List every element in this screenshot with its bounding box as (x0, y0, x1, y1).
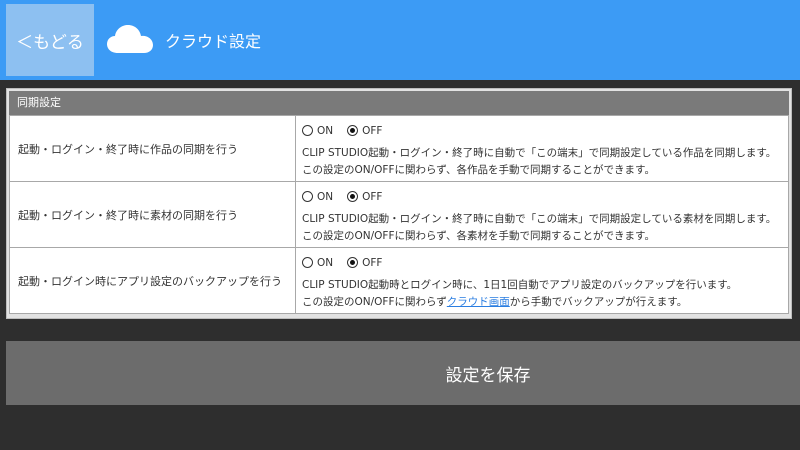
table-row: 起動・ログイン・終了時に素材の同期を行う ON OFF CLIP STUDIO起… (9, 181, 789, 248)
radio-group: ON OFF (302, 254, 788, 272)
radio-on-label: ON (317, 124, 334, 137)
radio-off-label: OFF (362, 256, 383, 269)
setting-options: ON OFF CLIP STUDIO起動時とログイン時に、1日1回自動でアプリ設… (295, 247, 789, 314)
radio-on-circle[interactable] (302, 125, 313, 136)
save-settings-button[interactable]: 設定を保存 (6, 341, 800, 405)
radio-group: ON OFF (302, 122, 788, 140)
settings-table: 起動・ログイン・終了時に作品の同期を行う ON OFF CLIP STUDIO起… (9, 115, 789, 314)
radio-off[interactable]: OFF (347, 191, 382, 203)
radio-on-label: ON (317, 190, 334, 203)
desc-text-pre: この設定のON/OFFに関わらず (302, 295, 447, 308)
setting-description-1: CLIP STUDIO起動時とログイン時に、1日1回自動でアプリ設定のバックアッ… (302, 278, 738, 291)
table-row: 起動・ログイン・終了時に作品の同期を行う ON OFF CLIP STUDIO起… (9, 115, 789, 182)
cloud-icon (107, 25, 153, 53)
setting-label-app-backup: 起動・ログイン時にアプリ設定のバックアップを行う (9, 247, 296, 314)
setting-description-1: CLIP STUDIO起動・ログイン・終了時に自動で「この端末」で同期設定してい… (302, 212, 777, 225)
table-row: 起動・ログイン時にアプリ設定のバックアップを行う ON OFF CLIP STU… (9, 247, 789, 314)
radio-on[interactable]: ON (302, 191, 333, 203)
cloud-screen-link[interactable]: クラウド画面 (447, 296, 510, 308)
save-settings-label: 設定を保存 (445, 365, 531, 386)
setting-label-works-sync: 起動・ログイン・終了時に作品の同期を行う (9, 115, 296, 182)
radio-on-circle[interactable] (302, 191, 313, 202)
radio-off-circle-selected[interactable] (347, 191, 359, 202)
radio-on-label: ON (317, 256, 334, 269)
header-bar: ＜もどる クラウド設定 (0, 0, 800, 80)
radio-on-circle[interactable] (302, 257, 313, 268)
setting-description-1: CLIP STUDIO起動・ログイン・終了時に自動で「この端末」で同期設定してい… (302, 146, 777, 159)
radio-on[interactable]: ON (302, 257, 333, 269)
setting-description-2: この設定のON/OFFに関わらず、各素材を手動で同期することができます。 (302, 229, 656, 242)
setting-options: ON OFF CLIP STUDIO起動・ログイン・終了時に自動で「この端末」で… (295, 115, 789, 182)
setting-description-2: この設定のON/OFFに関わらず、各作品を手動で同期することができます。 (302, 163, 656, 176)
page-title: クラウド設定 (165, 32, 262, 51)
radio-off-label: OFF (362, 124, 383, 137)
sync-settings-panel: 同期設定 起動・ログイン・終了時に作品の同期を行う ON OFF CLIP ST… (6, 88, 792, 319)
back-button[interactable]: ＜もどる (6, 4, 94, 76)
radio-off-circle-selected[interactable] (347, 257, 359, 268)
radio-off[interactable]: OFF (347, 125, 382, 137)
desc-text-post: から手動でバックアップが行えます。 (509, 295, 688, 308)
radio-group: ON OFF (302, 188, 788, 206)
radio-off-circle-selected[interactable] (347, 125, 359, 136)
setting-description-2: この設定のON/OFFに関わらずクラウド画面から手動でバックアップが行えます。 (302, 294, 788, 311)
radio-on[interactable]: ON (302, 125, 333, 137)
radio-off[interactable]: OFF (347, 257, 382, 269)
radio-off-label: OFF (362, 190, 383, 203)
setting-options: ON OFF CLIP STUDIO起動・ログイン・終了時に自動で「この端末」で… (295, 181, 789, 248)
setting-label-materials-sync: 起動・ログイン・終了時に素材の同期を行う (9, 181, 296, 248)
panel-title: 同期設定 (9, 91, 789, 115)
